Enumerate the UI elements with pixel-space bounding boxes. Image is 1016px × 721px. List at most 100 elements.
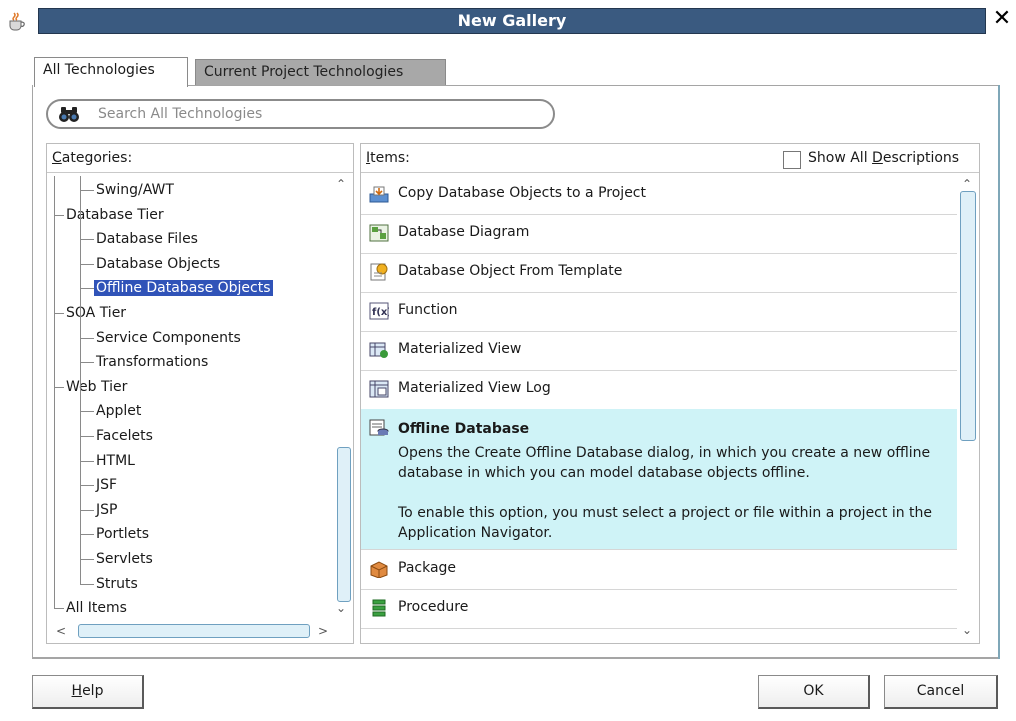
item-row[interactable]: Materialized View Log	[361, 370, 957, 410]
scroll-up-icon[interactable]: ⌃	[336, 178, 346, 190]
categories-vertical-scroll-thumb[interactable]	[337, 447, 351, 602]
tab-label: All Technologies	[43, 62, 155, 78]
function-icon: f(x)	[369, 302, 392, 320]
category-label: Web Tier	[66, 378, 128, 395]
item-row[interactable]: Database Object From Template	[361, 253, 957, 293]
search-input[interactable]	[98, 102, 538, 126]
tree-connector	[54, 214, 64, 216]
category-item[interactable]: SOA Tier	[64, 301, 128, 325]
tree-connector	[80, 288, 94, 290]
tree-connector	[80, 436, 94, 437]
db-object-template-icon	[369, 263, 389, 281]
item-description: Opens the Create Offline Database dialog…	[398, 443, 948, 563]
ok-button[interactable]: OK	[758, 675, 870, 709]
copy-db-objects-icon	[369, 185, 389, 203]
category-label: Transformations	[96, 354, 209, 371]
item-row[interactable]: Procedure	[361, 589, 957, 629]
item-row[interactable]: Copy Database Objects to a Project	[361, 175, 957, 215]
materialized-view-icon	[369, 341, 389, 359]
category-label: JSF	[96, 477, 118, 494]
category-label: Servlets	[96, 551, 153, 567]
tree-connector	[80, 583, 94, 585]
category-item[interactable]: Database Objects	[94, 252, 222, 276]
close-icon[interactable]: ✕	[993, 6, 1011, 31]
item-label: Procedure	[398, 599, 469, 615]
category-label: Applet	[96, 403, 142, 420]
tab-panel-edge	[998, 85, 1000, 659]
category-item[interactable]: Transformations	[94, 350, 210, 374]
category-item[interactable]: Service Components	[94, 326, 243, 350]
tree-connector	[54, 313, 64, 314]
category-label: Struts	[96, 575, 138, 592]
items-header: Items:	[366, 150, 410, 166]
scroll-right-icon[interactable]: >	[318, 625, 328, 637]
categories-tree[interactable]: Swing/AWT Database Tier Database Files Data…	[46, 176, 336, 618]
tree-connector	[80, 460, 94, 462]
binoculars-icon[interactable]	[58, 104, 80, 124]
tree-connector	[80, 337, 94, 339]
help-button[interactable]: Help	[32, 675, 144, 709]
items-divider	[361, 172, 979, 173]
item-label: Database Diagram	[398, 224, 530, 240]
tab-current-project-technologies[interactable]: Current Project Technologies	[195, 59, 446, 85]
tab-all-technologies[interactable]: All Technologies	[34, 57, 188, 87]
cancel-button[interactable]: Cancel	[884, 675, 998, 709]
tree-connector	[80, 190, 94, 191]
category-item[interactable]: JSP	[94, 498, 119, 522]
category-label: Service Components	[96, 329, 241, 346]
items-vertical-scroll-thumb[interactable]	[960, 191, 976, 441]
tree-connector	[80, 559, 94, 560]
category-item[interactable]: Struts	[94, 572, 140, 596]
close-button[interactable]: ✕	[990, 6, 1014, 32]
category-item[interactable]: Facelets	[94, 424, 155, 448]
category-item[interactable]: Swing/AWT	[94, 178, 176, 202]
tree-connector	[54, 608, 64, 610]
category-item[interactable]: Database Files	[94, 227, 200, 251]
item-label: Database Object From Template	[398, 263, 623, 279]
item-label: Function	[398, 302, 458, 318]
show-all-descriptions-label[interactable]: Show All Descriptions	[808, 150, 959, 166]
category-item[interactable]: Servlets	[94, 547, 155, 571]
category-item[interactable]: Portlets	[94, 522, 151, 546]
category-label: Portlets	[96, 526, 150, 543]
category-label: Offline Database Objects	[94, 280, 273, 297]
scroll-down-icon[interactable]: ⌄	[336, 602, 346, 614]
category-item[interactable]: Offline Database Objects	[94, 276, 273, 300]
item-row[interactable]: Database Diagram	[361, 214, 957, 254]
categories-header: Categories:	[52, 150, 133, 166]
item-row[interactable]: Offline Database Opens the Create Offline…	[361, 409, 957, 550]
category-label: Swing/AWT	[96, 182, 174, 198]
show-all-descriptions-checkbox[interactable]	[783, 151, 801, 169]
categories-horizontal-scroll-thumb[interactable]	[78, 624, 310, 638]
tree-connector	[80, 362, 94, 364]
package-icon	[369, 560, 389, 579]
category-label: JSP	[96, 501, 118, 518]
svg-text:f(x): f(x)	[372, 307, 389, 318]
tree-guide	[54, 176, 55, 609]
category-label: All Items	[66, 600, 127, 617]
scroll-left-icon[interactable]: <	[56, 625, 66, 637]
category-item[interactable]: Web Tier	[64, 375, 129, 399]
tab-label: Current Project Technologies	[204, 64, 404, 80]
scroll-down-icon[interactable]: ⌄	[962, 624, 972, 636]
item-label: Materialized View Log	[398, 380, 551, 396]
tree-connector	[80, 411, 94, 413]
window-title: New Gallery	[457, 11, 567, 30]
category-item[interactable]: All Items	[64, 596, 129, 618]
item-label: Copy Database Objects to a Project	[398, 185, 646, 201]
procedure-icon	[369, 599, 389, 617]
category-label: Database Files	[96, 231, 198, 248]
category-item[interactable]: Applet	[94, 399, 143, 423]
category-label: Database Objects	[96, 255, 221, 272]
category-item[interactable]: HTML	[94, 449, 137, 473]
item-label: Materialized View	[398, 341, 522, 357]
category-item[interactable]: JSF	[94, 473, 119, 497]
item-row[interactable]: f(x) Function	[361, 292, 957, 332]
item-row[interactable]: Package	[361, 550, 957, 590]
item-row[interactable]: Materialized View	[361, 331, 957, 371]
scroll-up-icon[interactable]: ⌃	[962, 178, 972, 190]
categories-divider	[47, 172, 353, 173]
tree-connector	[80, 534, 94, 536]
tree-connector	[80, 485, 94, 487]
items-list[interactable]: Copy Database Objects to a Project Databa…	[361, 175, 957, 641]
